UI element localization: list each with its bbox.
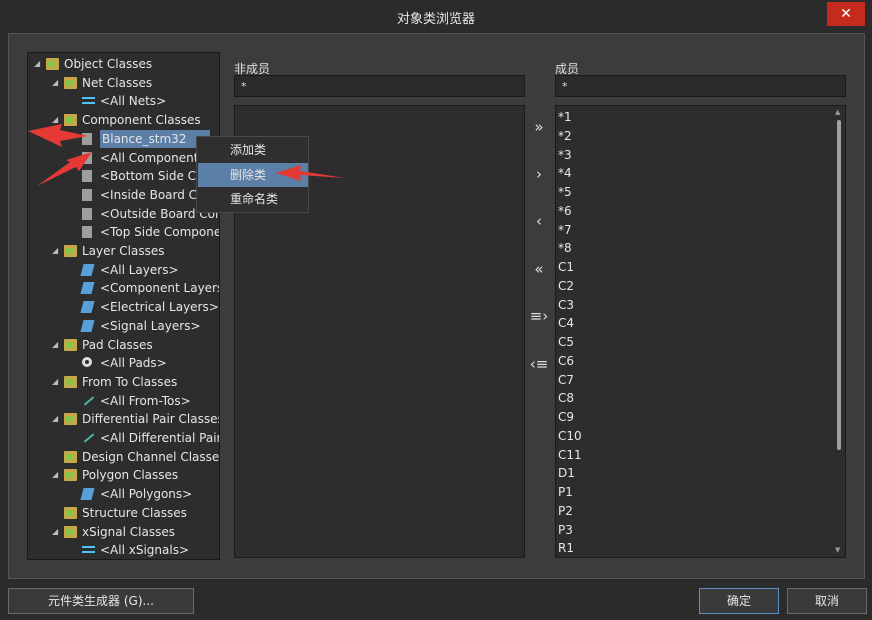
arrow-to-all-components-icon	[37, 152, 92, 186]
annotation-arrows	[28, 124, 345, 186]
arrow-to-delete-class-icon	[276, 165, 345, 181]
arrow-to-blance-icon	[28, 124, 88, 147]
